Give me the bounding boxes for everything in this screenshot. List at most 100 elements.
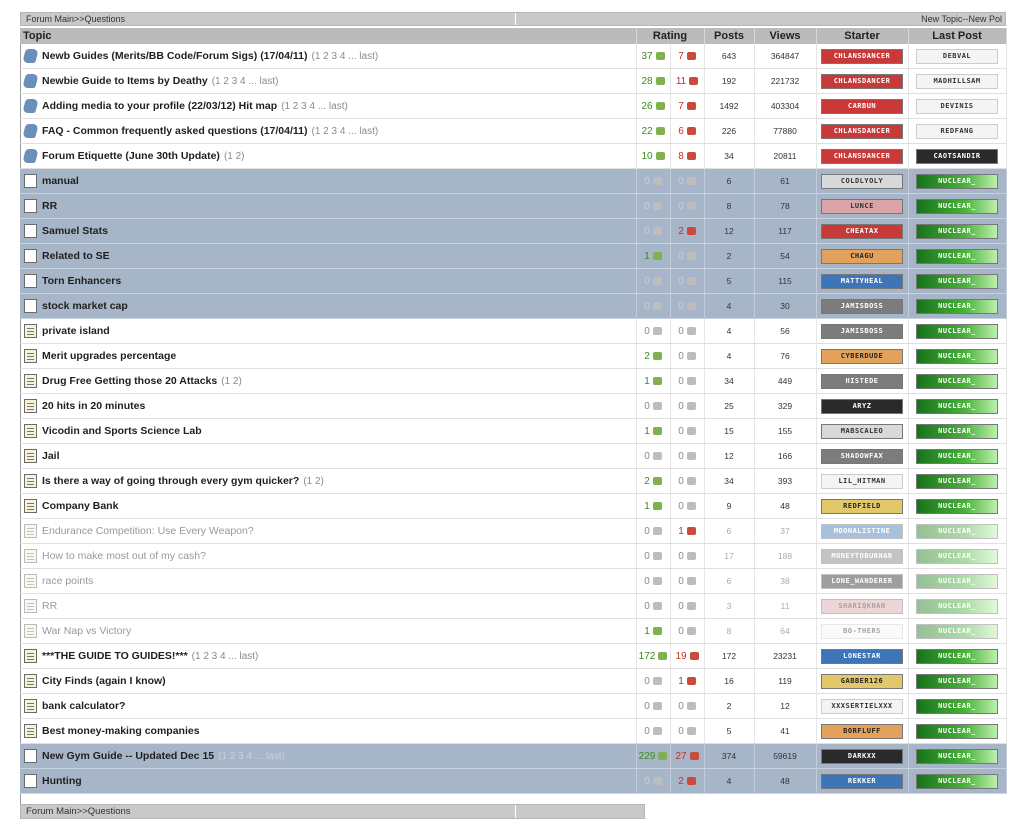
rating-likes[interactable]: 229	[636, 743, 671, 769]
starter-banner[interactable]: CHLANSDANCER	[821, 123, 904, 139]
topic-pages[interactable]: (1 2)	[303, 476, 324, 487]
topic-pages[interactable]: (1 2 3 4 ... last)	[192, 651, 259, 662]
starter-banner[interactable]: LONESTAR	[821, 648, 904, 664]
last-post-banner[interactable]: NUCLEAR_	[916, 348, 999, 364]
thumbs-down-icon[interactable]	[686, 301, 696, 310]
topic-title-link[interactable]: Endurance Competition: Use Every Weapon?	[42, 525, 254, 537]
topic-title-link[interactable]: Adding media to your profile (22/03/12) …	[42, 100, 277, 112]
last-post-banner[interactable]: NUCLEAR_	[916, 298, 999, 314]
last-post-banner[interactable]: NUCLEAR_	[916, 223, 999, 239]
topic-title-link[interactable]: ***THE GUIDE TO GUIDES!***	[42, 650, 188, 662]
thumbs-up-icon[interactable]	[652, 676, 662, 685]
thumbs-down-icon[interactable]	[686, 426, 696, 435]
starter-banner[interactable]: DARKXX	[821, 748, 904, 764]
rating-dislikes[interactable]: 0	[670, 618, 705, 644]
table-row[interactable]: Is there a way of going through every gy…	[20, 468, 1007, 494]
column-header-rating[interactable]: Rating	[636, 28, 705, 44]
topic-pages[interactable]: (1 2)	[221, 376, 242, 387]
last-post-banner[interactable]: NUCLEAR_	[916, 373, 999, 389]
thumbs-up-icon[interactable]	[652, 726, 662, 735]
rating-likes[interactable]: 0	[636, 518, 671, 544]
rating-likes[interactable]: 1	[636, 243, 671, 269]
rating-dislikes[interactable]: 11	[670, 68, 705, 94]
starter-banner[interactable]: REDFIELD	[821, 498, 904, 514]
topic-title-link[interactable]: Company Bank	[42, 500, 118, 512]
rating-likes[interactable]: 37	[636, 44, 671, 69]
last-post-banner[interactable]: NUCLEAR_	[916, 173, 999, 189]
starter-banner[interactable]: JAMISBOSS	[821, 298, 904, 314]
topic-title-link[interactable]: Forum Etiquette (June 30th Update)	[42, 150, 220, 162]
last-post-banner[interactable]: NUCLEAR_	[916, 673, 999, 689]
column-header-last-post[interactable]: Last Post	[908, 28, 1007, 44]
topic-title-link[interactable]: stock market cap	[42, 300, 128, 312]
rating-likes[interactable]: 28	[636, 68, 671, 94]
last-post-banner[interactable]: NUCLEAR_	[916, 398, 999, 414]
thumbs-up-icon[interactable]	[652, 501, 662, 510]
rating-dislikes[interactable]: 0	[670, 693, 705, 719]
thumbs-up-icon[interactable]	[652, 576, 662, 585]
rating-dislikes[interactable]: 19	[670, 643, 705, 669]
table-row[interactable]: City Finds (again I know) 0 1 16 119 GABBER12…	[20, 668, 1007, 694]
topic-title-link[interactable]: race points	[42, 575, 93, 587]
rating-dislikes[interactable]: 0	[670, 368, 705, 394]
table-row[interactable]: War Nap vs Victory 1 0 8 64 BO-THERS NUCLEAR_	[20, 618, 1007, 644]
thumbs-down-icon[interactable]	[686, 551, 696, 560]
thumbs-down-icon[interactable]	[686, 151, 696, 160]
table-row[interactable]: Vicodin and Sports Science Lab 1 0 15 155 MAB…	[20, 418, 1007, 444]
thumbs-down-icon[interactable]	[689, 76, 699, 85]
thumbs-up-icon[interactable]	[658, 751, 668, 760]
rating-dislikes[interactable]: 0	[670, 268, 705, 294]
rating-likes[interactable]: 26	[636, 93, 671, 119]
thumbs-up-icon[interactable]	[652, 451, 662, 460]
new-topic-link[interactable]: New Topic--New Pol	[921, 13, 1002, 25]
topic-title-link[interactable]: Drug Free Getting those 20 Attacks	[42, 375, 217, 387]
topic-title-link[interactable]: Newb Guides (Merits/BB Code/Forum Sigs) …	[42, 50, 307, 62]
topic-pages[interactable]: (1 2 3 4 ... last)	[311, 126, 378, 137]
topic-pages[interactable]: (1 2 3 4 ... last)	[281, 101, 348, 112]
table-row[interactable]: RR 0 0 8 78 LUNCE NUCLEAR_	[20, 193, 1007, 219]
starter-banner[interactable]: JAMISBOSS	[821, 323, 904, 339]
starter-banner[interactable]: CHLANSDANCER	[821, 73, 904, 89]
thumbs-down-icon[interactable]	[686, 101, 696, 110]
last-post-banner[interactable]: DEBVAL	[916, 48, 999, 64]
rating-likes[interactable]: 10	[636, 143, 671, 169]
thumbs-up-icon[interactable]	[652, 226, 662, 235]
thumbs-up-icon[interactable]	[655, 151, 665, 160]
table-row[interactable]: FAQ - Common frequently asked questions …	[20, 118, 1007, 144]
rating-dislikes[interactable]: 8	[670, 143, 705, 169]
topic-title-link[interactable]: Vicodin and Sports Science Lab	[42, 425, 202, 437]
topic-title-link[interactable]: FAQ - Common frequently asked questions …	[42, 125, 307, 137]
breadcrumb-link-bottom[interactable]: Forum Main>>Questions	[26, 805, 131, 818]
rating-likes[interactable]: 0	[636, 768, 671, 794]
rating-dislikes[interactable]: 6	[670, 118, 705, 144]
last-post-banner[interactable]: NUCLEAR_	[916, 248, 999, 264]
thumbs-up-icon[interactable]	[652, 601, 662, 610]
table-row[interactable]: Drug Free Getting those 20 Attacks (1 2) 1…	[20, 368, 1007, 394]
thumbs-up-icon[interactable]	[652, 351, 662, 360]
topic-pages[interactable]: (1 2 3 4 ... last)	[311, 51, 378, 62]
thumbs-up-icon[interactable]	[652, 301, 662, 310]
starter-banner[interactable]: BORFLUFF	[821, 723, 904, 739]
starter-banner[interactable]: ARYZ	[821, 398, 904, 414]
topic-title-link[interactable]: War Nap vs Victory	[42, 625, 131, 637]
table-row[interactable]: New Gym Guide -- Updated Dec 15 (1 2 3 4 …	[20, 743, 1007, 769]
table-row[interactable]: Hunting 0 2 4 48 REKKER NUCLEAR_	[20, 768, 1007, 794]
thumbs-down-icon[interactable]	[686, 251, 696, 260]
rating-dislikes[interactable]: 0	[670, 493, 705, 519]
table-row[interactable]: Forum Etiquette (June 30th Update) (1 2) 1…	[20, 143, 1007, 169]
starter-banner[interactable]: CYBERDUDE	[821, 348, 904, 364]
table-row[interactable]: ***THE GUIDE TO GUIDES!*** (1 2 3 4 ... l…	[20, 643, 1007, 669]
rating-dislikes[interactable]: 0	[670, 318, 705, 344]
rating-likes[interactable]: 0	[636, 443, 671, 469]
table-row[interactable]: How to make most out of my cash? 0 0 17 188 M…	[20, 543, 1007, 569]
topic-title-link[interactable]: How to make most out of my cash?	[42, 550, 206, 562]
starter-banner[interactable]: HISTEDE	[821, 373, 904, 389]
last-post-banner[interactable]: NUCLEAR_	[916, 548, 999, 564]
thumbs-down-icon[interactable]	[686, 51, 696, 60]
rating-dislikes[interactable]: 0	[670, 568, 705, 594]
topic-title-link[interactable]: bank calculator?	[42, 700, 125, 712]
rating-dislikes[interactable]: 0	[670, 443, 705, 469]
thumbs-up-icon[interactable]	[652, 426, 662, 435]
last-post-banner[interactable]: NUCLEAR_	[916, 498, 999, 514]
rating-dislikes[interactable]: 0	[670, 243, 705, 269]
